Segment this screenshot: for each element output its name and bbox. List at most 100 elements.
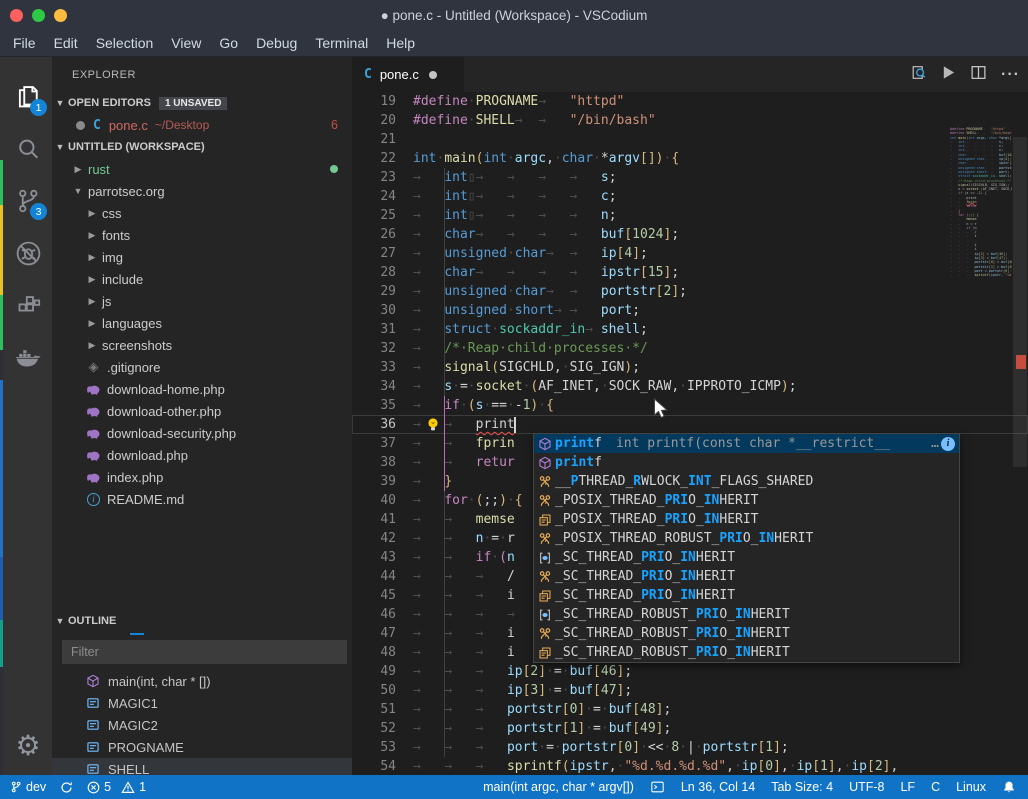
cursor-position-item[interactable]: Ln 36, Col 14 bbox=[681, 780, 755, 794]
menu-item-edit[interactable]: Edit bbox=[45, 32, 87, 54]
code-line-30[interactable]: 30 → unsigned·short→ → port; bbox=[352, 301, 1028, 320]
symbol-status-item[interactable]: main(int argc, char * argv[]) bbox=[483, 780, 634, 794]
suggest-item[interactable]: printf int printf(const char *__restrict_… bbox=[534, 434, 959, 453]
activity-files-icon[interactable]: 1 bbox=[6, 75, 50, 119]
more-actions-icon[interactable]: ··· bbox=[1001, 66, 1020, 84]
code-line-29[interactable]: 29 → unsigned·char→ → portstr[2]; bbox=[352, 282, 1028, 301]
activity-source-control-icon[interactable]: 3 bbox=[6, 179, 50, 223]
code-line-34[interactable]: 34 → s·=·socket·(AF_INET,·SOCK_RAW,·IPPRO… bbox=[352, 377, 1028, 396]
tree-item-index-php[interactable]: index.php bbox=[52, 466, 352, 488]
suggest-item[interactable]: _SC_THREAD_ROBUST_PRIO_INHERIT bbox=[534, 624, 959, 643]
code-line-35[interactable]: 35 → if·(s·==·-1)·{ bbox=[352, 396, 1028, 415]
code-line-52[interactable]: 52 → → → portstr[1]·=·buf[49]; bbox=[352, 719, 1028, 738]
open-editor-item[interactable]: C pone.c ~/Desktop 6 bbox=[52, 114, 352, 136]
gear-icon[interactable]: ⚙ bbox=[6, 727, 50, 763]
menu-item-go[interactable]: Go bbox=[210, 32, 247, 54]
suggest-item[interactable]: _SC_THREAD_PRIO_INHERIT bbox=[534, 586, 959, 605]
outline-header[interactable]: ▼ OUTLINE bbox=[52, 610, 352, 632]
code-line-31[interactable]: 31 → struct·sockaddr_in→ shell; bbox=[352, 320, 1028, 339]
tree-item-img[interactable]: ▶ img bbox=[52, 246, 352, 268]
code-line-26[interactable]: 26 → char→ → → → buf[1024]; bbox=[352, 225, 1028, 244]
code-line-28[interactable]: 28 → char→ → → → ipstr[15]; bbox=[352, 263, 1028, 282]
code-area[interactable]: 19 #define·PROGNAME→ "httpd" 20 #define·SHE… bbox=[352, 92, 1028, 775]
suggest-item[interactable]: _POSIX_THREAD_PRIO_INHERIT bbox=[534, 491, 959, 510]
language-mode-item[interactable]: C bbox=[931, 780, 940, 794]
code-line-53[interactable]: 53 → → → port·=·portstr[0]·<<·8·|·portstr… bbox=[352, 738, 1028, 757]
code-line-51[interactable]: 51 → → → portstr[0]·=·buf[48]; bbox=[352, 700, 1028, 719]
menu-item-file[interactable]: File bbox=[4, 32, 45, 54]
encoding-item[interactable]: UTF-8 bbox=[849, 780, 884, 794]
code-line-33[interactable]: 33 → signal(SIGCHLD,·SIG_IGN); bbox=[352, 358, 1028, 377]
tree-item-fonts[interactable]: ▶ fonts bbox=[52, 224, 352, 246]
outline-filter-input[interactable] bbox=[62, 640, 347, 664]
code-line-19[interactable]: 19 #define·PROGNAME→ "httpd" bbox=[352, 92, 1028, 111]
problems-status-item[interactable]: 5 1 bbox=[87, 780, 146, 794]
tree-item-download-other-php[interactable]: download-other.php bbox=[52, 400, 352, 422]
lightbulb-icon[interactable] bbox=[426, 417, 440, 436]
run-code-icon[interactable] bbox=[941, 65, 956, 85]
code-line-25[interactable]: 25 → int▯→ → → → n; bbox=[352, 206, 1028, 225]
os-item[interactable]: Linux bbox=[956, 780, 986, 794]
sync-status-item[interactable] bbox=[60, 781, 73, 794]
unsaved-dot-icon[interactable] bbox=[428, 70, 437, 79]
suggest-info-icon[interactable]: i bbox=[941, 436, 955, 451]
open-editors-header[interactable]: ▼ OPEN EDITORS 1 UNSAVED bbox=[52, 92, 352, 114]
menu-item-terminal[interactable]: Terminal bbox=[306, 32, 377, 54]
console-icon[interactable] bbox=[650, 780, 665, 794]
open-preview-icon[interactable] bbox=[910, 64, 927, 86]
split-editor-icon[interactable] bbox=[970, 64, 987, 86]
suggest-item[interactable]: __PTHREAD_RWLOCK_INT_FLAGS_SHARED bbox=[534, 472, 959, 491]
tab-pone-c[interactable]: C pone.c bbox=[352, 57, 464, 92]
code-line-54[interactable]: 54 → → → sprintf(ipstr,·"%d.%d.%d.%d",·ip… bbox=[352, 757, 1028, 775]
branch-status-item[interactable]: dev bbox=[10, 780, 46, 794]
suggest-item[interactable]: _SC_THREAD_ROBUST_PRIO_INHERIT bbox=[534, 605, 959, 624]
suggest-item[interactable]: _POSIX_THREAD_ROBUST_PRIO_INHERIT bbox=[534, 529, 959, 548]
suggest-item[interactable]: _SC_THREAD_PRIO_INHERIT bbox=[534, 567, 959, 586]
tree-item-screenshots[interactable]: ▶ screenshots bbox=[52, 334, 352, 356]
code-line-50[interactable]: 50 → → → ip[3]·=·buf[47]; bbox=[352, 681, 1028, 700]
tree-item-download-home-php[interactable]: download-home.php bbox=[52, 378, 352, 400]
activity-debug-disabled-icon[interactable] bbox=[6, 231, 50, 275]
outline-item-progname[interactable]: PROGNAME bbox=[52, 736, 352, 758]
code-line-23[interactable]: 23 → int▯→ → → → s; bbox=[352, 168, 1028, 187]
tree-item-js[interactable]: ▶ js bbox=[52, 290, 352, 312]
suggest-item[interactable]: printf bbox=[534, 453, 959, 472]
tree-item-include[interactable]: ▶ include bbox=[52, 268, 352, 290]
menu-item-selection[interactable]: Selection bbox=[87, 32, 163, 54]
tree-item-download-php[interactable]: download.php bbox=[52, 444, 352, 466]
code-line-27[interactable]: 27 → unsigned·char→ → ip[4]; bbox=[352, 244, 1028, 263]
menu-item-view[interactable]: View bbox=[162, 32, 210, 54]
tree-item-download-security-php[interactable]: download-security.php bbox=[52, 422, 352, 444]
eol-item[interactable]: LF bbox=[900, 780, 915, 794]
suggest-item[interactable]: _SC_THREAD_PRIO_INHERIT bbox=[534, 548, 959, 567]
activity-search-icon[interactable] bbox=[6, 127, 50, 171]
indentation-item[interactable]: Tab Size: 4 bbox=[771, 780, 833, 794]
code-line-24[interactable]: 24 → int▯→ → → → c; bbox=[352, 187, 1028, 206]
code-line-36[interactable]: 36 → → print bbox=[352, 415, 1028, 434]
notifications-bell-icon[interactable] bbox=[1002, 780, 1016, 794]
activity-extensions-icon[interactable] bbox=[6, 283, 50, 327]
editor-scrollbar[interactable] bbox=[1012, 127, 1028, 775]
chevron-right-icon: ▶ bbox=[88, 295, 96, 306]
suggest-item[interactable]: _POSIX_THREAD_PRIO_INHERIT bbox=[534, 510, 959, 529]
tree-item-parrotsec-org[interactable]: ▼ parrotsec.org bbox=[52, 180, 352, 202]
code-line-49[interactable]: 49 → → → ip[2]·=·buf[46]; bbox=[352, 662, 1028, 681]
outline-item-main-int-char-[interactable]: main(int, char * []) bbox=[52, 670, 352, 692]
tree-item-rust[interactable]: ▶ rust bbox=[52, 158, 352, 180]
activity-docker-icon[interactable] bbox=[6, 335, 50, 379]
scrollbar-thumb[interactable] bbox=[1013, 137, 1027, 467]
tree-item-languages[interactable]: ▶ languages bbox=[52, 312, 352, 334]
menu-item-help[interactable]: Help bbox=[377, 32, 424, 54]
tree-item-readme-md[interactable]: i README.md bbox=[52, 488, 352, 510]
tree-item--gitignore[interactable]: ◈ .gitignore bbox=[52, 356, 352, 378]
outline-item-magic2[interactable]: MAGIC2 bbox=[52, 714, 352, 736]
workspace-header[interactable]: ▼ UNTITLED (WORKSPACE) bbox=[52, 136, 352, 158]
code-line-20[interactable]: 20 #define·SHELL→ → "/bin/bash" bbox=[352, 111, 1028, 130]
menu-item-debug[interactable]: Debug bbox=[247, 32, 306, 54]
code-line-32[interactable]: 32 → /*·Reap·child·processes·*/ bbox=[352, 339, 1028, 358]
tree-item-css[interactable]: ▶ css bbox=[52, 202, 352, 224]
code-line-21[interactable]: 21 bbox=[352, 130, 1028, 149]
suggest-item[interactable]: _SC_THREAD_ROBUST_PRIO_INHERIT bbox=[534, 643, 959, 662]
code-line-22[interactable]: 22 int·main(int·argc,·char·*argv[])·{ bbox=[352, 149, 1028, 168]
outline-item-magic1[interactable]: MAGIC1 bbox=[52, 692, 352, 714]
